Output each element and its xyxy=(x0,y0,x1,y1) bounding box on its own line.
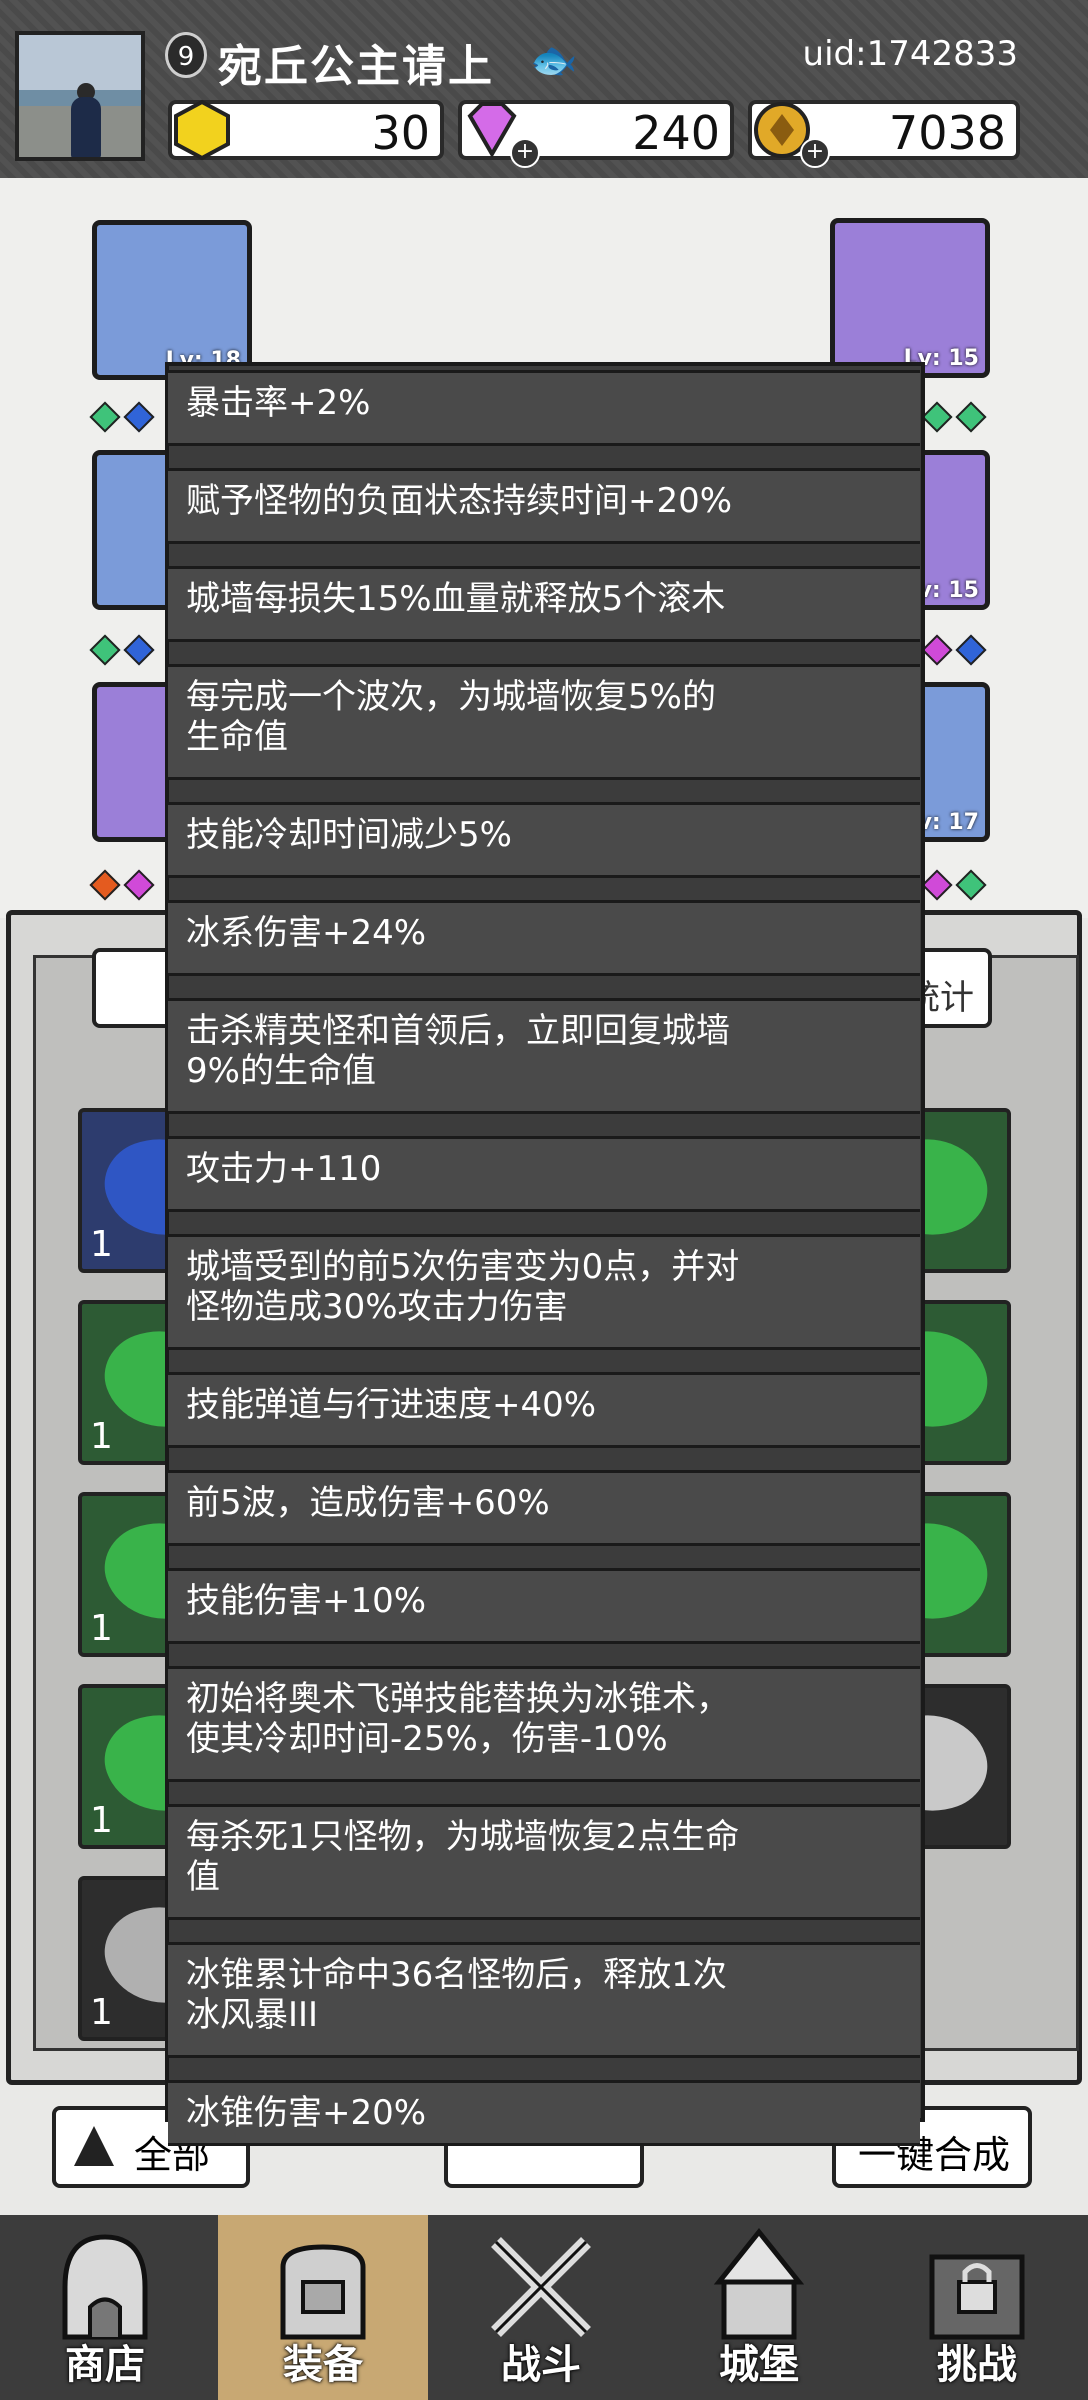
gem-counter: + 240 xyxy=(458,100,734,168)
nav-equipment-label: 装备 xyxy=(283,2342,363,2388)
bonus-line: 技能弹道与行进速度+40% xyxy=(168,1372,920,1448)
gem-sockets-right-3 xyxy=(920,869,988,901)
shop-icon xyxy=(62,2234,148,2340)
gem-sockets-left-2 xyxy=(88,634,156,666)
bonus-line: 赋予怪物的负面状态持续时间+20% xyxy=(168,468,920,544)
item-count: 1 xyxy=(90,1992,113,2033)
item-count: 1 xyxy=(90,1416,113,1457)
top-bar: 9 宛丘公主请上 🐟 uid:1742833 30 + 240 + 7038 xyxy=(0,0,1088,178)
nav-battle-label: 战斗 xyxy=(501,2342,581,2388)
add-coin-icon[interactable]: + xyxy=(800,138,830,168)
backpack-icon xyxy=(280,2244,366,2340)
gold-crystal-value: 30 xyxy=(371,106,430,160)
bonus-line: 技能伤害+10% xyxy=(168,1568,920,1644)
gem-socket-icon xyxy=(89,401,121,433)
fish-icon: 🐟 xyxy=(530,38,578,82)
gem-sockets-right-1 xyxy=(920,401,988,433)
bonus-line: 攻击力+110 xyxy=(168,1136,920,1212)
coin-counter: + 7038 xyxy=(748,100,1020,168)
bonus-line: 暴击率+2% xyxy=(168,370,920,446)
coin-value: 7038 xyxy=(888,106,1006,160)
add-gem-icon[interactable]: + xyxy=(510,138,540,168)
gem-socket-icon xyxy=(123,869,155,901)
equip-slot-helmet[interactable]: Lv: 18 xyxy=(92,220,252,380)
bonus-line: 每杀死1只怪物，为城墙恢复2点生命 值 xyxy=(168,1804,920,1920)
locked-challenge-icon xyxy=(929,2254,1025,2340)
bonus-line: 城墙受到的前5次伤害变为0点，并对 怪物造成30%攻击力伤害 xyxy=(168,1234,920,1350)
gem-socket-icon xyxy=(921,869,953,901)
bottom-nav: 商店 装备 战斗 城堡 挑战 xyxy=(0,2215,1088,2400)
gold-crystal-icon xyxy=(174,99,230,161)
gem-sockets-right-2 xyxy=(920,634,988,666)
player-uid: uid:1742833 xyxy=(802,34,1018,74)
gem-sockets-left-3 xyxy=(88,869,156,901)
gem-sockets-left-1 xyxy=(88,401,156,433)
bonus-line: 技能冷却时间减少5% xyxy=(168,802,920,878)
crossed-swords-icon xyxy=(491,2237,591,2337)
item-count: 1 xyxy=(90,1608,113,1649)
nav-castle-label: 城堡 xyxy=(719,2342,799,2388)
nav-castle[interactable]: 城堡 xyxy=(654,2215,864,2400)
nav-challenge[interactable]: 挑战 xyxy=(872,2215,1082,2400)
bonus-line: 每完成一个波次，为城墙恢复5%的 生命值 xyxy=(168,664,920,780)
bonus-line: 城墙每损失15%血量就释放5个滚木 xyxy=(168,566,920,642)
nav-battle[interactable]: 战斗 xyxy=(436,2215,646,2400)
nav-shop-label: 商店 xyxy=(65,2342,145,2388)
player-level-badge: 9 xyxy=(165,32,207,78)
player-avatar[interactable] xyxy=(15,31,145,161)
gem-socket-icon xyxy=(921,634,953,666)
nav-shop[interactable]: 商店 xyxy=(0,2215,210,2400)
player-name: 宛丘公主请上 xyxy=(218,41,494,92)
gem-socket-icon xyxy=(955,869,987,901)
gem-value: 240 xyxy=(632,106,720,160)
equip-slot-bracer[interactable]: Lv: 15 xyxy=(830,218,990,378)
avatar-figure xyxy=(71,97,101,157)
item-count: 1 xyxy=(90,1800,113,1841)
nav-equipment[interactable]: 装备 xyxy=(218,2215,428,2400)
gem-socket-icon xyxy=(921,401,953,433)
item-count: 1 xyxy=(90,1224,113,1265)
gold-crystal-counter: 30 xyxy=(168,99,444,161)
arrow-up-icon xyxy=(74,2126,114,2166)
gem-socket-icon xyxy=(955,401,987,433)
nav-challenge-label: 挑战 xyxy=(937,2342,1017,2388)
bonus-line: 初始将奥术飞弹技能替换为冰锥术， 使其冷却时间-25%，伤害-10% xyxy=(168,1666,920,1782)
gem-socket-icon xyxy=(955,634,987,666)
bonus-line: 前5波，造成伤害+60% xyxy=(168,1470,920,1546)
gem-socket-icon xyxy=(89,869,121,901)
bonus-line: 击杀精英怪和首领后，立即回复城墙 9%的生命值 xyxy=(168,998,920,1114)
gem-socket-icon xyxy=(123,401,155,433)
gem-socket-icon xyxy=(123,634,155,666)
castle-icon xyxy=(713,2227,805,2340)
bonus-line: 冰系伤害+24% xyxy=(168,900,920,976)
bonus-line: 冰锥累计命中36名怪物后，释放1次 冰风暴III xyxy=(168,1942,920,2058)
bonus-line: 冰锥伤害+20% xyxy=(168,2080,920,2146)
gem-socket-icon xyxy=(89,634,121,666)
